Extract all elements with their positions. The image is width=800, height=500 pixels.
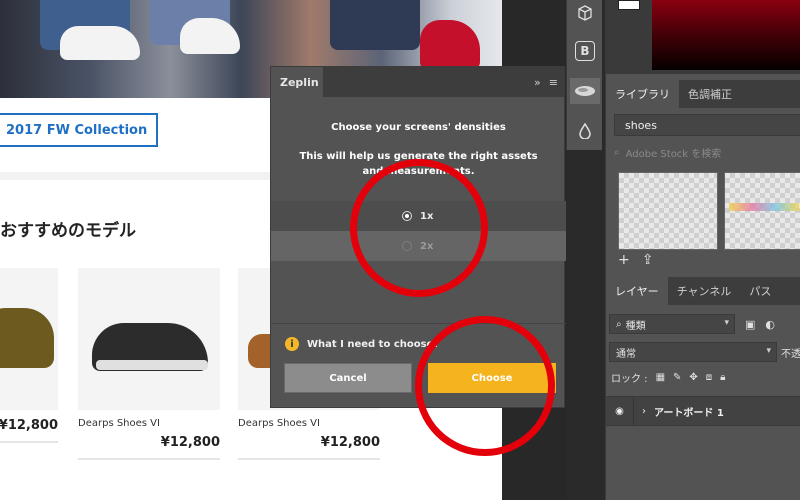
tab-layers[interactable]: レイヤー [606, 277, 668, 305]
panel-toolstrip: B [566, 0, 602, 150]
color-picker[interactable] [606, 0, 800, 74]
b-icon[interactable]: B [572, 38, 598, 64]
layers-tab-row: レイヤー チャンネル パス [606, 277, 800, 305]
product-price: ¥12,800 [320, 435, 380, 450]
help-text: What I need to choose? [307, 338, 440, 350]
opacity-label: 不透 [781, 348, 800, 360]
image-filter-icon[interactable]: ▣ [745, 318, 755, 331]
adjustment-filter-icon[interactable]: ◐ [765, 318, 775, 331]
stock-search-placeholder: Adobe Stock を検索 [625, 149, 722, 160]
tab-channels[interactable]: チャンネル [668, 277, 741, 305]
density-option-1x[interactable]: 1x [271, 201, 566, 231]
tab-zeplin[interactable]: Zeplin [271, 67, 323, 97]
filter-value: 種類 [625, 320, 646, 332]
choose-button[interactable]: Choose [428, 363, 556, 393]
radio-selected-icon[interactable] [402, 211, 412, 221]
library-tab-row: ライブラリ 色調補正 [606, 80, 800, 108]
library-thumbnail[interactable] [724, 172, 800, 250]
search-icon: ⌕ [616, 318, 622, 330]
lock-paint-icon[interactable]: ✎ [673, 372, 681, 383]
lock-all-icon[interactable]: 🔒︎ [720, 372, 725, 383]
blend-mode-value: 通常 [616, 348, 636, 360]
zeplin-tab-bar: Zeplin » ≡ [271, 67, 564, 97]
product-card[interactable]: Dearps Shoes VI ¥12,800 [78, 268, 220, 460]
product-name: Dearps Shoes VI [238, 418, 320, 429]
section-title: おすすめのモデル [0, 221, 136, 241]
cube-icon[interactable] [572, 0, 598, 26]
product-image [0, 268, 58, 410]
collection-button[interactable]: 2017 FW Collection [0, 113, 158, 147]
right-panel: ライブラリ 色調補正 shoes ⌕ Adobe Stock を検索 + ⇪ レ… [605, 0, 800, 500]
collapse-icon[interactable]: » [534, 76, 541, 89]
drop-icon[interactable] [572, 118, 598, 144]
density-option-2x[interactable]: 2x [271, 231, 566, 261]
layer-name: アートボード 1 [654, 407, 724, 419]
layer-kind-filter[interactable]: ⌕ 種類 ▾ [609, 314, 735, 334]
product-price: ¥12,800 [0, 418, 58, 433]
library-thumbnail[interactable] [618, 172, 718, 250]
dialog-heading: Choose your screens' densities [331, 122, 506, 133]
lock-artboard-icon[interactable]: ⧈ [706, 372, 712, 383]
panel-menu-icon[interactable]: ≡ [549, 76, 558, 89]
product-name: Dearps Shoes VI [78, 418, 160, 429]
zeplin-icon[interactable] [570, 78, 600, 104]
chevron-down-icon: ▾ [766, 346, 771, 356]
tab-libraries[interactable]: ライブラリ [606, 80, 679, 108]
radio-unselected-icon[interactable] [402, 241, 412, 251]
product-price: ¥12,800 [160, 435, 220, 450]
density-label: 1x [420, 210, 434, 222]
lock-row: ロック : ▦ ✎ ✥ ⧈ 🔒︎ [611, 370, 726, 385]
lock-label: ロック : [611, 374, 648, 385]
cancel-button[interactable]: Cancel [284, 363, 412, 393]
dialog-subtext: This will help us generate the right ass… [299, 151, 538, 177]
chevron-right-icon[interactable]: › [642, 406, 646, 417]
layer-row[interactable]: ◉ › アートボード 1 [606, 396, 800, 426]
add-icon[interactable]: + [618, 252, 630, 268]
eye-icon[interactable]: ◉ [606, 396, 634, 426]
upload-icon[interactable]: ⇪ [642, 252, 654, 268]
info-icon: i [285, 337, 299, 351]
product-underline [238, 458, 380, 460]
library-search-input[interactable]: shoes [614, 114, 800, 136]
chevron-down-icon: ▾ [724, 318, 729, 328]
foreground-swatch[interactable] [618, 0, 640, 10]
lock-transparency-icon[interactable]: ▦ [656, 372, 665, 383]
zeplin-panel: Zeplin » ≡ Choose your screens' densitie… [270, 66, 566, 408]
stock-search-field[interactable]: ⌕ Adobe Stock を検索 [614, 145, 721, 160]
lock-position-icon[interactable]: ✥ [689, 372, 697, 383]
blend-mode-dropdown[interactable]: 通常 ▾ [609, 342, 777, 362]
product-underline [78, 458, 220, 460]
footer-divider [271, 323, 566, 324]
color-field[interactable] [652, 0, 800, 70]
product-card[interactable]: ¥12,800 [0, 268, 58, 443]
tab-paths[interactable]: パス [740, 277, 780, 305]
product-image [78, 268, 220, 410]
search-icon: ⌕ [614, 147, 620, 158]
tab-adjustments[interactable]: 色調補正 [679, 80, 741, 108]
help-link[interactable]: i What I need to choose? [285, 337, 439, 351]
product-underline [0, 441, 58, 443]
density-label: 2x [420, 240, 434, 252]
